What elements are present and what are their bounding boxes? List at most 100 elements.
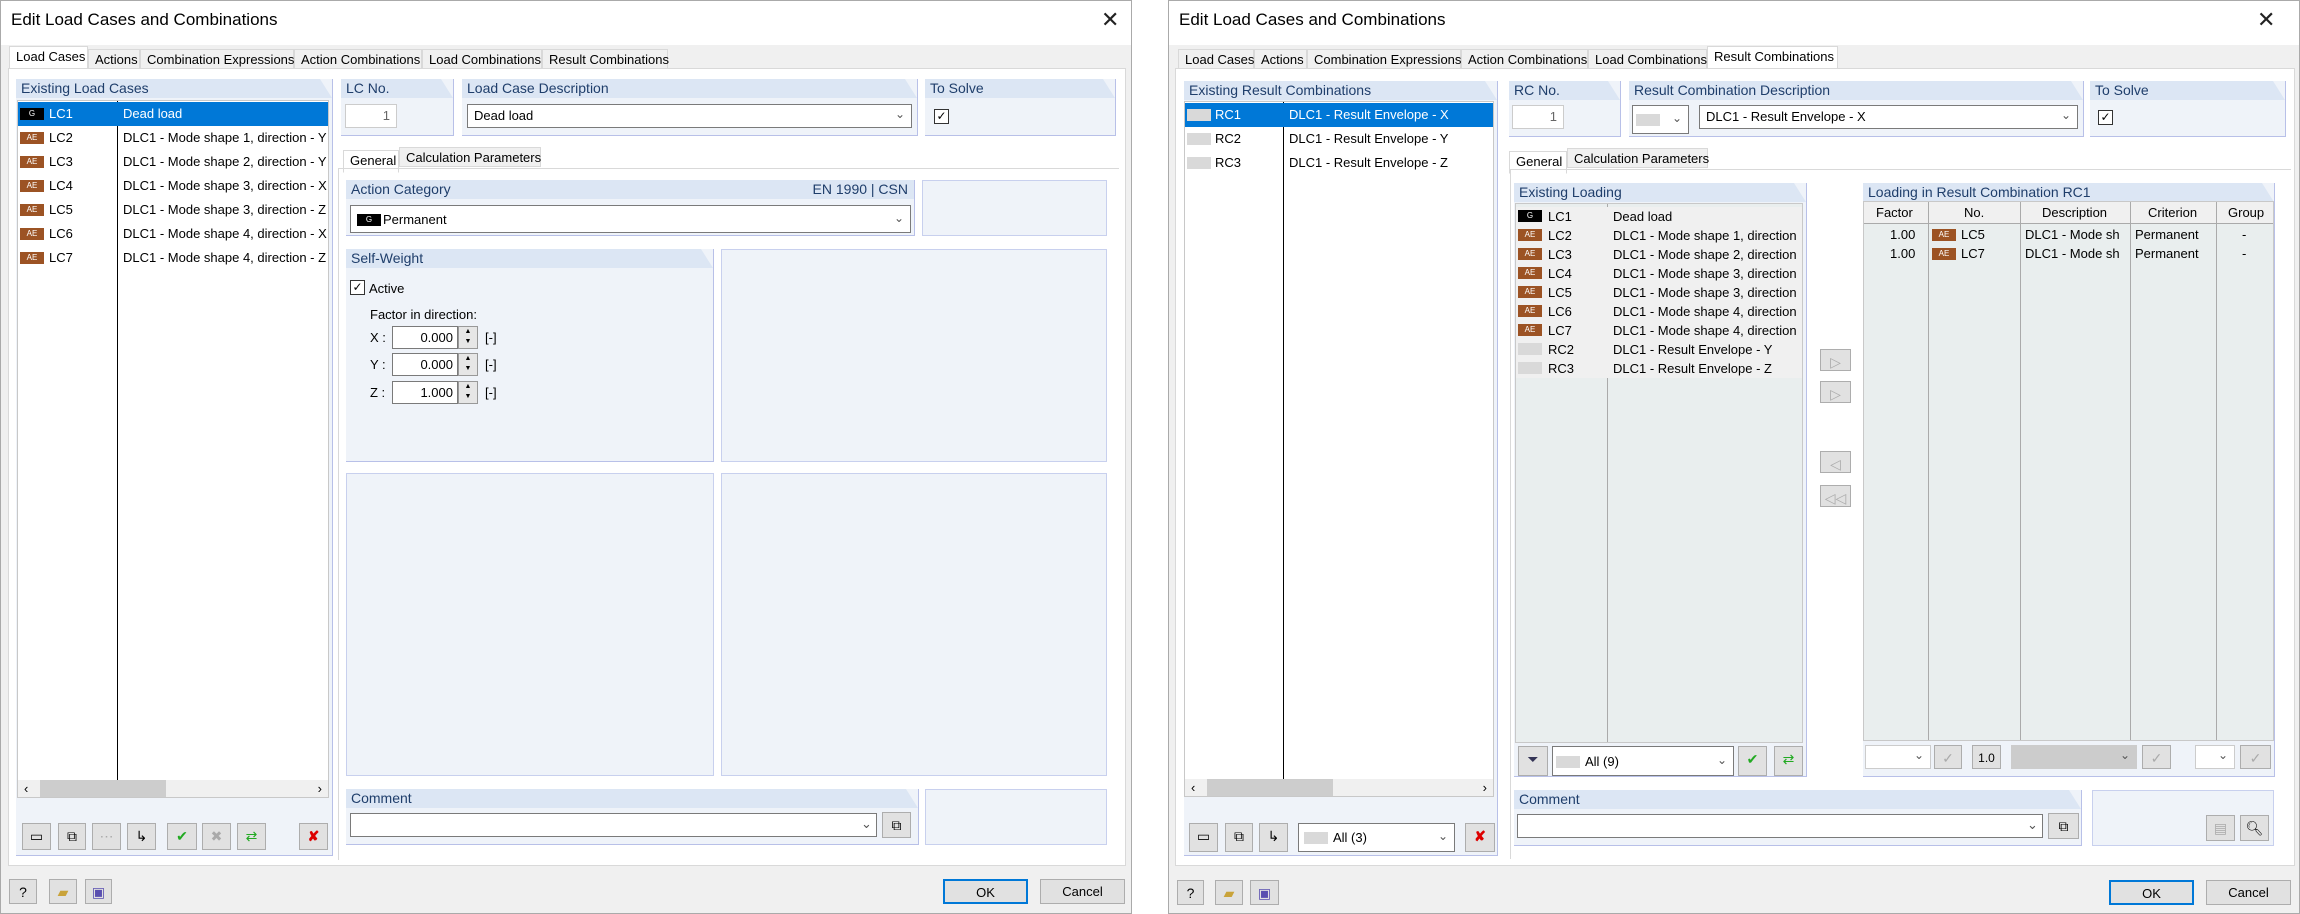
factor-x-input[interactable]: 0.000 <box>392 326 458 349</box>
tab-result-combinations[interactable]: Result Combinations <box>1707 46 1838 69</box>
help-button[interactable]: ? <box>1177 880 1204 905</box>
comment-library-button[interactable]: ⧉ <box>882 812 911 838</box>
factor-one-button[interactable]: 1.0 <box>1972 745 2001 769</box>
tab-actions[interactable]: Actions <box>88 49 140 69</box>
new-load-case-button[interactable]: ▭ <box>22 823 51 850</box>
remove-button[interactable]: ◁ <box>1820 451 1851 473</box>
list-item[interactable]: AE LC6 DLC1 - Mode shape 4, direction - X <box>18 222 328 246</box>
cancel-button[interactable]: Cancel <box>2206 880 2291 905</box>
list-item[interactable]: AE LC5 DLC1 - Mode shape 3, direction - Z <box>18 198 328 222</box>
list-item[interactable]: G LC1 Dead load <box>1516 207 1802 226</box>
new-rc-button[interactable]: ▭ <box>1189 823 1218 852</box>
help-button[interactable]: ? <box>9 879 37 904</box>
tab-load-cases[interactable]: Load Cases <box>1178 49 1254 69</box>
invert-selection-icon[interactable]: ⇄ <box>237 823 266 850</box>
list-item[interactable]: AE LC7 DLC1 - Mode shape 4, direction <box>1516 321 1802 340</box>
list-item[interactable]: AE LC4 DLC1 - Mode shape 3, direction - X <box>18 174 328 198</box>
list-item[interactable]: AE LC4 DLC1 - Mode shape 3, direction <box>1516 264 1802 283</box>
column-header[interactable]: Group <box>2228 205 2264 220</box>
subtab-calculation-parameters[interactable]: Calculation Parameters <box>399 147 541 167</box>
column-header[interactable]: Factor <box>1876 205 1913 220</box>
horizontal-scrollbar[interactable]: ‹ › <box>1185 779 1493 796</box>
factor-y-input[interactable]: 0.000 <box>392 353 458 376</box>
spinner-y[interactable]: ▲ ▼ <box>458 353 478 376</box>
scroll-right-icon[interactable]: › <box>318 781 322 796</box>
factor-dropdown[interactable]: ⌄ <box>1865 745 1931 769</box>
deselect-all-icon[interactable]: ✖ <box>202 823 231 850</box>
cancel-button[interactable]: Cancel <box>1040 879 1125 904</box>
table-row[interactable]: 1.00 AE LC5 DLC1 - Mode sh Permanent - <box>1864 225 2273 244</box>
tab-load-cases[interactable]: Load Cases <box>9 46 88 69</box>
scrollbar-thumb[interactable] <box>40 780 166 797</box>
horizontal-scrollbar[interactable]: ‹ › <box>18 780 328 797</box>
preview-icon[interactable]: 🔍︎ <box>2240 815 2269 841</box>
copy-rc-button[interactable]: ⧉ <box>1225 823 1253 852</box>
tab-load-combinations[interactable]: Load Combinations <box>1588 49 1707 69</box>
delete-icon[interactable]: ✘ <box>1465 823 1495 852</box>
table-row[interactable]: 1.00 AE LC7 DLC1 - Mode sh Permanent - <box>1864 244 2273 263</box>
column-header[interactable]: Criterion <box>2148 205 2197 220</box>
comment-library-button[interactable]: ⧉ <box>2048 813 2079 839</box>
factor-z-input[interactable]: 1.000 <box>392 381 458 404</box>
list-item[interactable]: AE LC7 DLC1 - Mode shape 4, direction - Z <box>18 246 328 270</box>
to-solve-checkbox[interactable]: ✓ <box>934 109 949 124</box>
column-header[interactable]: No. <box>1964 205 1984 220</box>
apply-group-button[interactable]: ✓ <box>2240 745 2271 769</box>
list-item[interactable]: AE LC3 DLC1 - Mode shape 2, direction <box>1516 245 1802 264</box>
to-solve-checkbox[interactable]: ✓ <box>2098 110 2113 125</box>
ok-button[interactable]: OK <box>2109 880 2194 905</box>
color-dropdown[interactable]: ⌄ <box>1632 105 1689 134</box>
copy-button[interactable]: ▤ <box>2206 815 2235 841</box>
description-dropdown[interactable]: DLC1 - Result Envelope - X ⌄ <box>1699 105 2078 129</box>
open-button[interactable]: ▰ <box>49 879 77 904</box>
group-dropdown[interactable]: ⌄ <box>2195 745 2235 769</box>
save-button[interactable]: ▣ <box>85 879 112 904</box>
comment-input[interactable] <box>350 813 877 837</box>
tab-actions[interactable]: Actions <box>1254 49 1307 69</box>
comment-input[interactable] <box>1517 814 2043 838</box>
list-item[interactable]: RC2 DLC1 - Result Envelope - Y <box>1516 340 1802 359</box>
list-item[interactable]: RC2 DLC1 - Result Envelope - Y <box>1185 127 1493 151</box>
delete-icon[interactable]: ✘ <box>299 823 328 850</box>
tab-action-combinations[interactable]: Action Combinations <box>294 49 422 69</box>
scrollbar-thumb[interactable] <box>1207 779 1333 796</box>
ok-button[interactable]: OK <box>943 879 1028 904</box>
remove-all-button[interactable]: ◁◁ <box>1820 485 1851 507</box>
select-all-icon[interactable]: ✔ <box>1738 746 1767 776</box>
close-icon[interactable]: ✕ <box>1101 7 1119 33</box>
tab-combination-expressions[interactable]: Combination Expressions <box>140 49 294 69</box>
list-item[interactable]: RC3 DLC1 - Result Envelope - Z <box>1516 359 1802 378</box>
copy-load-case-button[interactable]: ⧉ <box>58 823 86 850</box>
description-dropdown[interactable]: Dead load ⌄ <box>467 104 912 128</box>
list-item[interactable]: AE LC2 DLC1 - Mode shape 1, direction <box>1516 226 1802 245</box>
tab-combination-expressions[interactable]: Combination Expressions <box>1307 49 1461 69</box>
subtab-calculation-parameters[interactable]: Calculation Parameters <box>1567 148 1709 168</box>
add-with-factor-button[interactable]: ▷ <box>1820 381 1851 403</box>
action-category-dropdown[interactable]: G Permanent ⌄ <box>350 205 911 233</box>
tab-action-combinations[interactable]: Action Combinations <box>1461 49 1588 69</box>
list-item[interactable]: AE LC6 DLC1 - Mode shape 4, direction <box>1516 302 1802 321</box>
close-icon[interactable]: ✕ <box>2257 7 2275 33</box>
column-header[interactable]: Description <box>2042 205 2107 220</box>
sort-button[interactable]: ↳ <box>1259 823 1288 852</box>
renumber-button[interactable]: ⋯ <box>92 823 121 850</box>
list-item[interactable]: AE LC2 DLC1 - Mode shape 1, direction - Y <box>18 126 328 150</box>
criterion-dropdown[interactable]: ⌄ <box>2011 745 2137 769</box>
list-item[interactable]: AE LC3 DLC1 - Mode shape 2, direction - Y <box>18 150 328 174</box>
tab-load-combinations[interactable]: Load Combinations <box>422 49 542 69</box>
save-button[interactable]: ▣ <box>1250 880 1279 905</box>
sort-button[interactable]: ↳ <box>127 823 156 850</box>
rc-filter-dropdown[interactable]: All (3) ⌄ <box>1298 823 1455 852</box>
open-button[interactable]: ▰ <box>1215 880 1243 905</box>
scroll-right-icon[interactable]: › <box>1483 780 1487 795</box>
list-item[interactable]: AE LC5 DLC1 - Mode shape 3, direction <box>1516 283 1802 302</box>
list-item[interactable]: G LC1 Dead load <box>18 102 328 126</box>
spinner-x[interactable]: ▲ ▼ <box>458 326 478 349</box>
scroll-left-icon[interactable]: ‹ <box>1191 780 1195 795</box>
loading-filter-dropdown[interactable]: All (9) ⌄ <box>1552 746 1734 776</box>
select-all-icon[interactable]: ✔ <box>167 823 197 850</box>
apply-factor-button[interactable]: ✓ <box>1934 745 1962 769</box>
list-item[interactable]: RC3 DLC1 - Result Envelope - Z <box>1185 151 1493 175</box>
rc-no-field[interactable]: 1 <box>1512 105 1564 129</box>
spinner-z[interactable]: ▲ ▼ <box>458 381 478 404</box>
